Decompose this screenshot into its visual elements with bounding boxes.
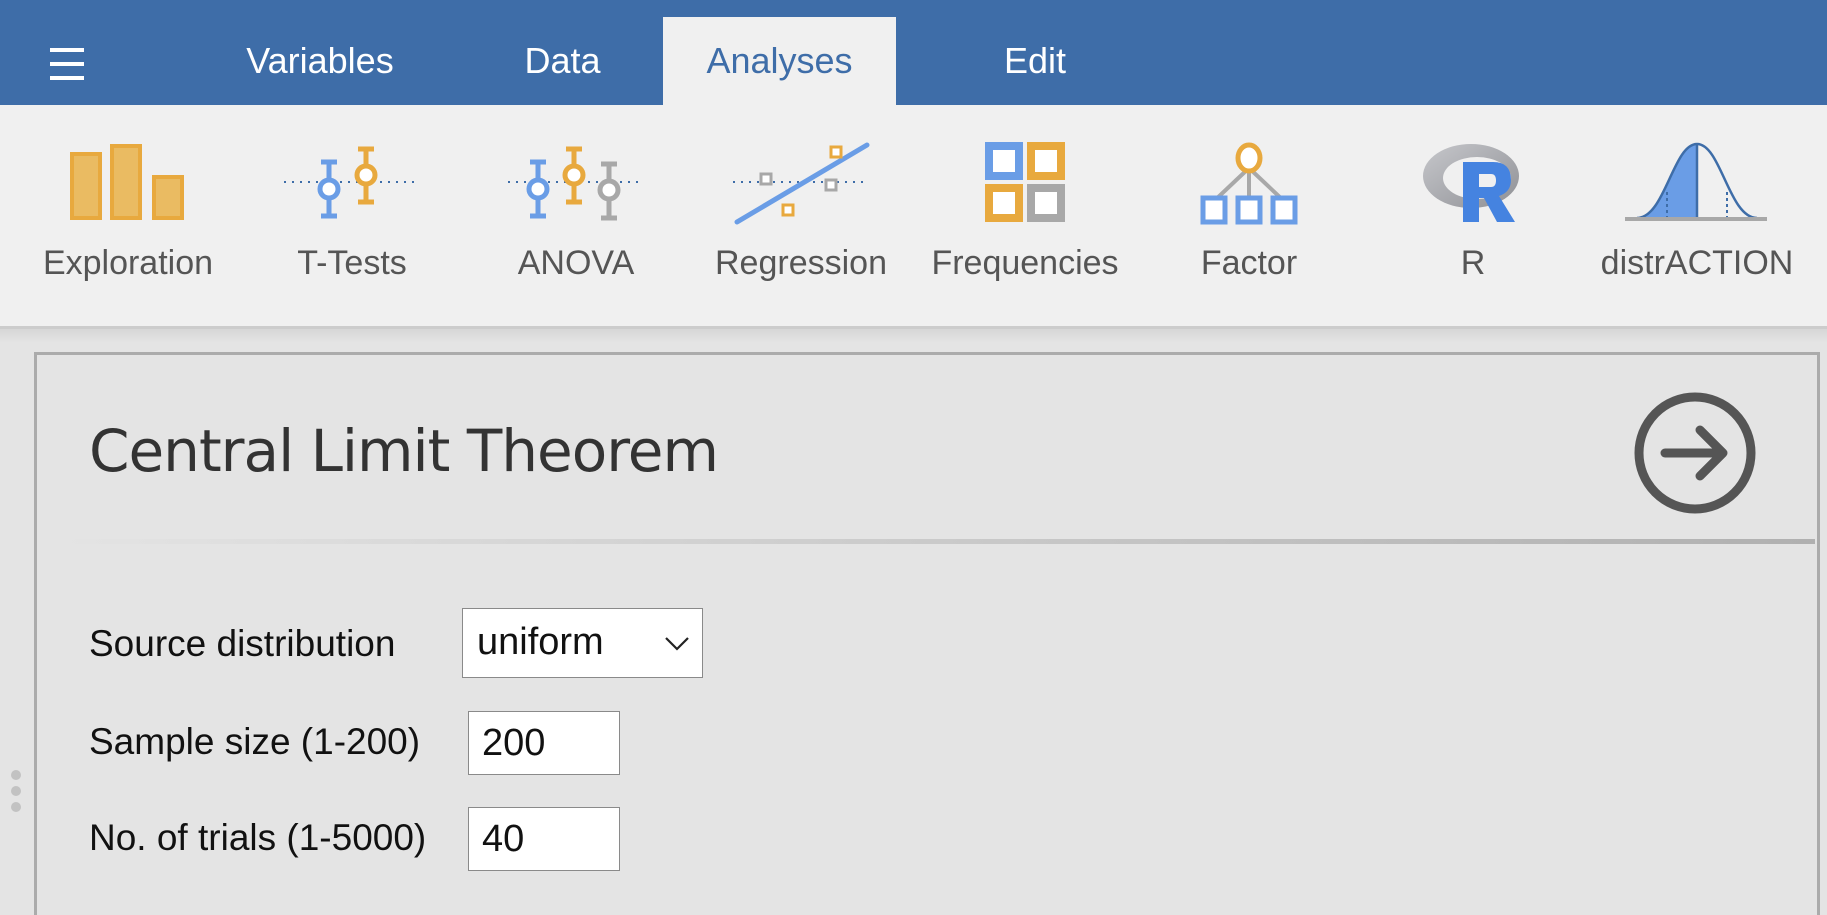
tool-label: Regression <box>715 244 887 282</box>
anova-icon <box>508 146 644 221</box>
t-test-icon <box>284 146 420 219</box>
trials-label: No. of trials (1-5000) <box>89 817 427 858</box>
tab-analyses[interactable]: Analyses <box>663 17 896 105</box>
tool-label: distrACTION <box>1600 244 1794 282</box>
hamburger-menu-icon[interactable] <box>50 48 84 80</box>
tool-label: Factor <box>1200 244 1298 282</box>
tool-label: Frequencies <box>931 244 1119 282</box>
trials-input[interactable] <box>468 807 620 871</box>
regression-icon <box>733 142 870 225</box>
tool-distraction[interactable]: distrACTION <box>1597 130 1797 300</box>
top-menu-bar: Variables Data Analyses Edit <box>0 0 1827 105</box>
arrow-right-circle-icon[interactable] <box>1633 391 1757 515</box>
tool-regression[interactable]: Regression <box>701 130 901 300</box>
tool-exploration[interactable]: Exploration <box>28 130 228 300</box>
ribbon-shadow <box>0 329 1827 343</box>
tool-anova[interactable]: ANOVA <box>476 130 676 300</box>
source-distribution-select[interactable]: uniform <box>462 608 703 678</box>
chevron-down-icon <box>665 637 689 651</box>
sample-size-label: Sample size (1-200) <box>89 721 421 762</box>
factor-icon <box>1200 142 1298 225</box>
tool-frequencies[interactable]: Frequencies <box>925 130 1125 300</box>
tool-label: R <box>1460 244 1486 282</box>
bar-chart-icon <box>70 144 184 220</box>
page-title: Central Limit Theorem <box>89 417 719 485</box>
tab-edit[interactable]: Edit <box>940 17 1130 105</box>
tool-label: T-Tests <box>297 244 407 282</box>
tool-t-tests[interactable]: T-Tests <box>252 130 452 300</box>
tool-r[interactable]: R <box>1373 130 1573 300</box>
tab-data[interactable]: Data <box>470 17 655 105</box>
source-distribution-value: uniform <box>477 621 604 663</box>
title-divider <box>53 539 1815 544</box>
frequencies-icon <box>985 142 1065 222</box>
source-distribution-label: Source distribution <box>89 623 396 664</box>
tab-variables[interactable]: Variables <box>215 17 425 105</box>
sample-size-input[interactable] <box>468 711 620 775</box>
normal-distribution-icon <box>1625 142 1767 221</box>
tool-label: Exploration <box>42 244 214 282</box>
r-logo-icon <box>1423 144 1519 222</box>
analysis-options-panel: Central Limit Theorem Source distributio… <box>34 352 1820 915</box>
tool-factor[interactable]: Factor <box>1149 130 1349 300</box>
tool-label: ANOVA <box>517 244 635 282</box>
